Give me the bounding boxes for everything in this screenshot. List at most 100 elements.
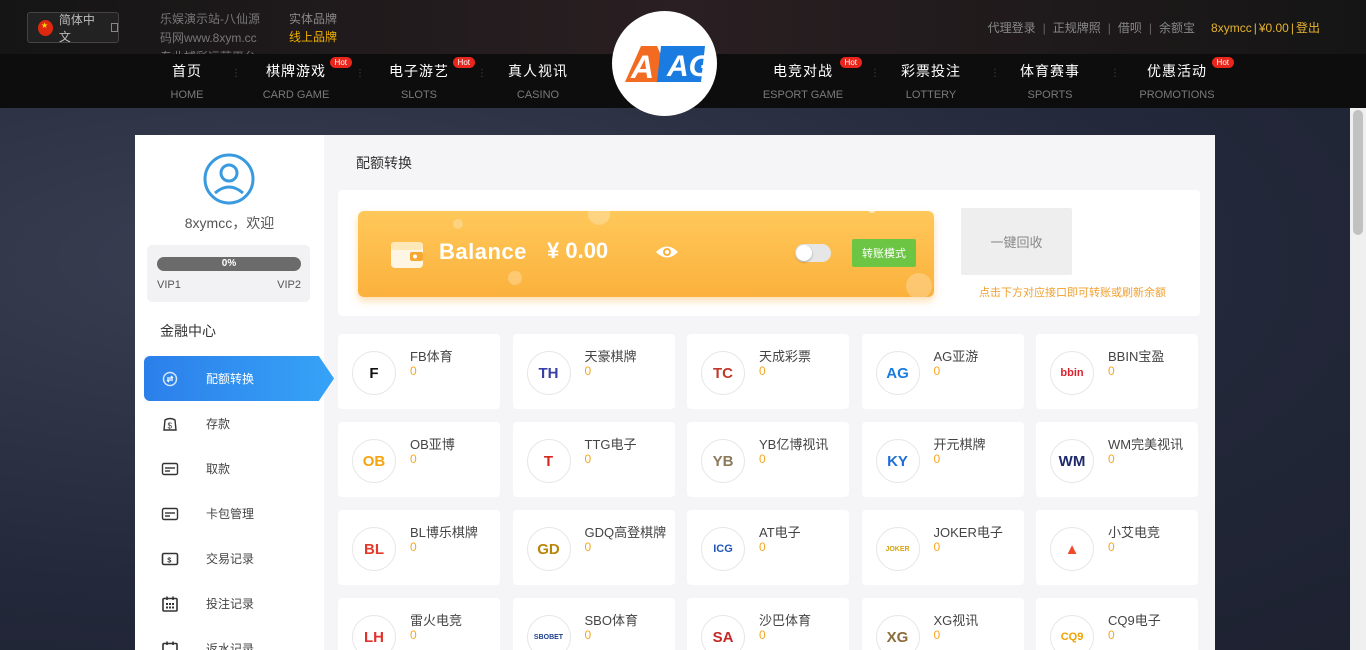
hot-badge: Hot [452,57,475,68]
game-logo-text: BL [364,540,384,558]
game-logo-text: AG [886,364,909,382]
nav-slots[interactable]: 电子游艺 SLOTS Hot [385,54,475,108]
game-logo-icon: BL [352,527,396,571]
game-wallet-card[interactable]: ▲ 小艾电竞 0 [1036,510,1198,585]
vip-progress-box: 0% VIP1 VIP2 [147,245,310,302]
game-wallet-card[interactable]: JOKER JOKER电子 0 [861,510,1024,585]
game-wallet-card[interactable]: GD GDQ高登棋牌 0 [512,510,675,585]
game-wallet-card[interactable]: bbin BBIN宝盈 0 [1036,334,1198,409]
withdraw-icon [161,462,179,475]
nav-esport[interactable]: 电竞对战 ESPORT GAME Hot [758,54,862,108]
nav-promotions[interactable]: 优惠活动 PROMOTIONS Hot [1138,54,1234,108]
game-logo-icon: bbin [1050,351,1094,395]
game-logo-icon: GD [526,527,571,571]
transfer-mode-toggle[interactable] [795,244,831,262]
brand-line-2: 线上品牌 [289,30,338,44]
nav-lottery[interactable]: 彩票投注 LOTTERY [897,54,965,108]
brand-line-1: 实体品牌 [289,12,338,26]
scroll-thumb[interactable] [1353,110,1363,235]
nav-home[interactable]: 首页 HOME [160,54,214,108]
nav-lottery-en: LOTTERY [905,89,957,101]
avatar-icon[interactable] [203,153,255,205]
jiebei-link[interactable]: 借呗 [1118,19,1142,36]
svg-text:AG: AG [666,50,709,83]
game-name: 沙巴体育 [759,613,812,628]
game-wallet-card[interactable]: AG AG亚游 0 [861,334,1024,409]
game-name: BL博乐棋牌 [410,525,478,540]
game-logo-text: YB [712,452,734,470]
game-wallet-card[interactable]: KY 开元棋牌 0 [861,422,1024,497]
game-logo-icon: OB [352,439,396,483]
wallet-icon [391,242,423,268]
game-wallet-card[interactable]: BL BL博乐棋牌 0 [338,510,500,585]
sidebar-item-transactions[interactable]: $ 交易记录 [135,536,324,581]
language-label: 简体中文 [58,12,95,44]
logout-link[interactable]: 登出 [1296,19,1320,36]
game-logo-text: F [369,364,379,382]
game-wallet-card[interactable]: CQ9 CQ9电子 0 [1036,598,1198,650]
game-wallet-card[interactable]: TH 天豪棋牌 0 [512,334,675,409]
game-balance: 0 [584,452,592,466]
game-name: TTG电子 [584,437,637,452]
nav-sports-cn: 体育赛事 [1020,63,1080,79]
sidebar-item-card-manage[interactable]: 卡包管理 [135,491,324,536]
nav-casino-en: CASINO [516,89,560,101]
one-click-recycle-button[interactable]: 一键回收 [961,208,1072,275]
balance-value: ¥ 0.00 [547,238,609,263]
game-balance: 0 [759,452,766,466]
hot-badge: Hot [329,57,352,68]
agent-login-link[interactable]: 代理登录 [988,19,1036,36]
sidebar-item-deposit[interactable]: $ 存款 [135,401,324,446]
game-wallet-card[interactable]: F FB体育 0 [338,334,500,409]
nav-card-game[interactable]: 棋牌游戏 CARD GAME Hot [262,54,352,108]
sidebar-item-withdraw[interactable]: 取款 [135,446,324,491]
game-name: SBO体育 [584,613,638,628]
game-name: FB体育 [410,349,453,364]
game-logo-icon: TC [701,351,745,395]
sidebar-item-bet-records[interactable]: 投注记录 [135,581,324,626]
game-wallet-card[interactable]: XG XG视讯 0 [861,598,1024,650]
game-wallet-card[interactable]: ICG AT电子 0 [687,510,849,585]
game-logo-icon: AG [875,351,920,395]
game-balance: 0 [759,364,766,378]
page-scrollbar[interactable] [1350,108,1366,650]
game-wallet-card[interactable]: WM WM完美视讯 0 [1036,422,1198,497]
finance-center-title: 金融中心 [160,323,216,339]
site-info: 乐娱演示站-八仙源码网www.8xym.cc专业捕彩运营平台 [160,12,260,54]
sidebar-item-label: 返水记录 [206,642,255,650]
nav-promotions-cn: 优惠活动 [1147,63,1207,79]
game-logo-icon: ▲ [1050,527,1094,571]
yuebao-link[interactable]: 余额宝 [1159,19,1195,36]
game-wallet-card[interactable]: SA 沙巴体育 0 [687,598,849,650]
game-wallet-card[interactable]: LH 雷火电竞 0 [338,598,500,650]
sidebar-item-transfer[interactable]: 配额转换 [144,356,334,401]
game-logo-text: TC [713,364,733,382]
game-wallet-card[interactable]: T TTG电子 0 [512,422,675,497]
sidebar-item-label: 配额转换 [206,372,255,386]
eye-icon[interactable] [655,244,679,260]
vip-current: VIP1 [157,279,181,291]
transfer-icon [162,371,178,386]
nav-casino[interactable]: 真人视讯 CASINO [504,54,572,108]
transfer-mode-button[interactable]: 转账模式 [852,239,916,267]
page-title: 配额转换 [356,155,412,171]
language-selector[interactable]: 简体中文 [27,12,119,44]
game-wallet-card[interactable]: TC 天成彩票 0 [687,334,849,409]
nav-sports[interactable]: 体育赛事 SPORTS [1016,54,1084,108]
game-logo-icon: ICG [701,527,745,571]
game-wallet-card[interactable]: YB YB亿博视讯 0 [687,422,849,497]
game-logo-icon: T [526,439,571,483]
balance-card: Balance ¥ 0.00 转账模式 [358,211,934,297]
balance-label: Balance [439,239,527,264]
sidebar-item-rebate[interactable]: 返水记录 [135,626,324,650]
game-wallet-card[interactable]: OB OB亚博 0 [338,422,500,497]
game-wallet-card[interactable]: SBOBET SBO体育 0 [512,598,675,650]
game-name: BBIN宝盈 [1108,349,1165,364]
ag-logo-icon: A AG [624,45,709,85]
nav-home-cn: 首页 [172,63,202,79]
site-logo[interactable]: A AG [612,11,717,116]
nav-card-game-en: CARD GAME [262,89,330,101]
game-balance: 0 [584,364,592,378]
license-link[interactable]: 正规牌照 [1053,19,1101,36]
username[interactable]: 8xymcc [1211,21,1252,35]
